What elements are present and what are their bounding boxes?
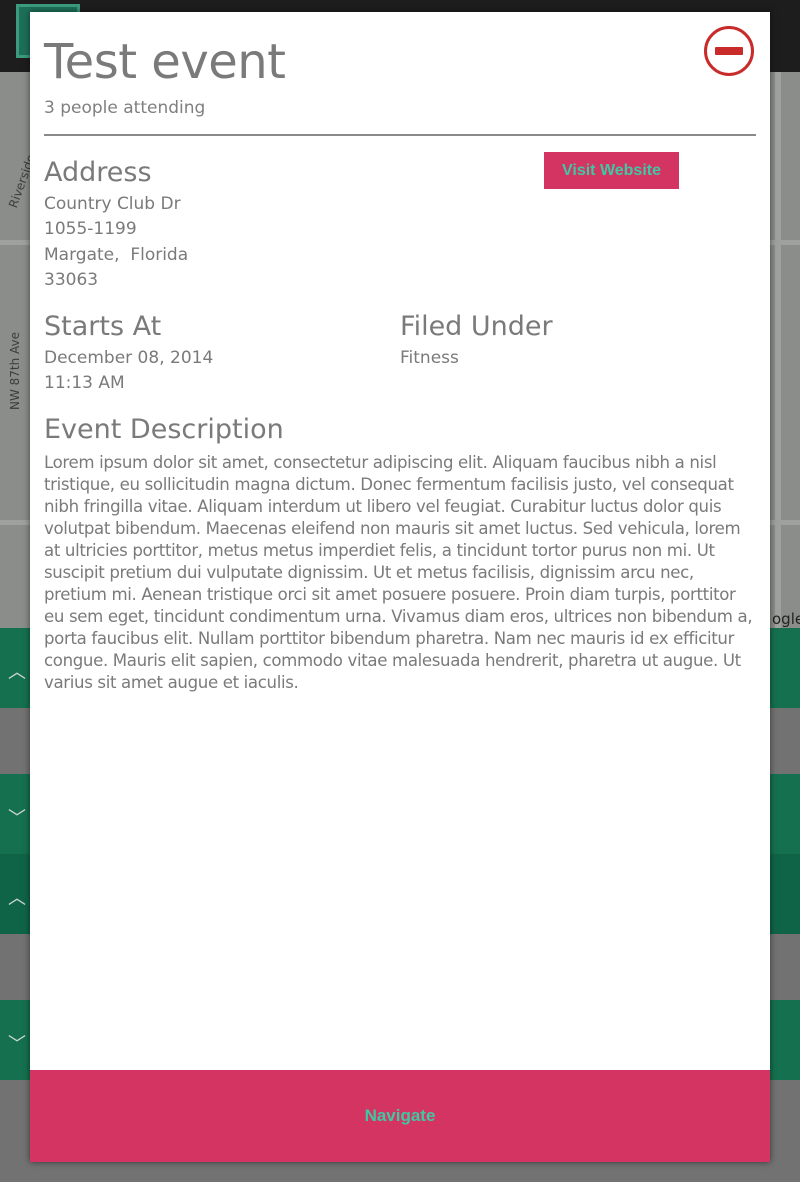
description-heading: Event Description <box>44 414 284 445</box>
address-line: 33063 <box>44 270 99 290</box>
chevron-up-icon: ︿ <box>8 662 26 683</box>
map-street-label: NW 87th Ave <box>8 331 22 410</box>
map-attribution: ogle <box>772 610 800 628</box>
starts-at-heading: Starts At <box>44 311 162 342</box>
chevron-down-icon: ﹀ <box>8 1034 26 1055</box>
start-date: December 08, 2014 <box>44 348 214 368</box>
category-value: Fitness <box>400 348 459 368</box>
filed-under-heading: Filed Under <box>400 311 553 342</box>
chevron-up-icon: ︿ <box>8 888 26 909</box>
address-line: Margate, Florida <box>44 245 189 265</box>
map-road <box>775 72 781 628</box>
navigate-button[interactable]: Navigate <box>30 1070 770 1162</box>
header-divider <box>44 134 756 136</box>
minus-circle-icon <box>715 47 743 55</box>
close-button[interactable] <box>704 26 754 76</box>
attending-count: 3 people attending <box>44 98 206 118</box>
start-time: 11:13 AM <box>44 373 125 393</box>
address-heading: Address <box>44 157 152 188</box>
event-title: Test event <box>44 34 286 90</box>
address-line: Country Club Dr <box>44 194 181 214</box>
visit-website-button[interactable]: Visit Website <box>544 152 679 189</box>
chevron-down-icon: ﹀ <box>8 808 26 829</box>
address-line: 1055-1199 <box>44 219 137 239</box>
description-body: Lorem ipsum dolor sit amet, consectetur … <box>44 453 753 692</box>
event-detail-dialog: Test event 3 people attending Address Co… <box>30 12 770 1162</box>
